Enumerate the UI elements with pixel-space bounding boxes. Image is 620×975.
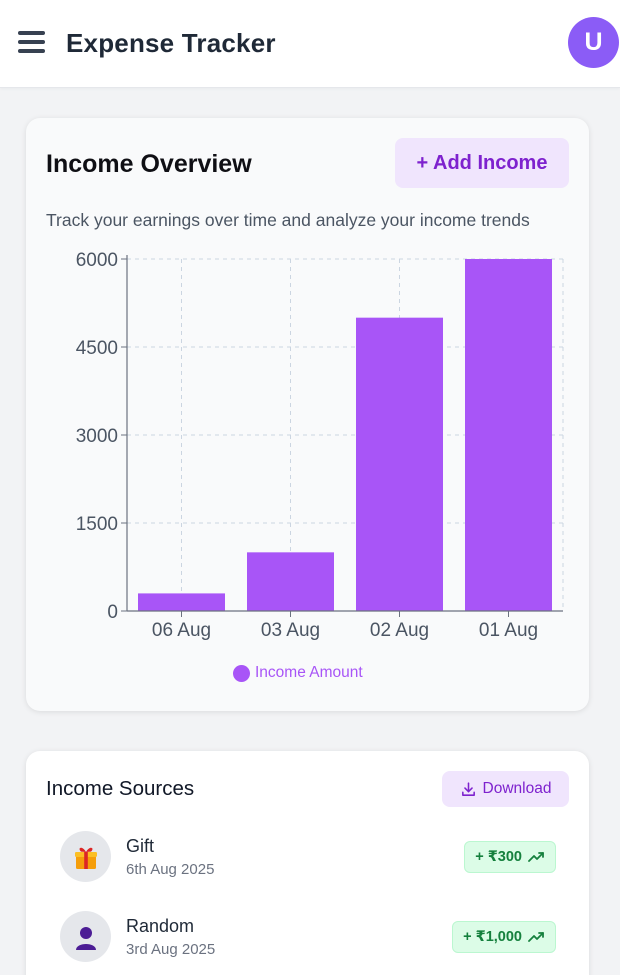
app-header: Expense Tracker U [0, 0, 620, 88]
amount-value: + ₹1,000 [463, 929, 522, 945]
download-button[interactable]: Download [442, 771, 569, 807]
amount-badge: + ₹1,000 [452, 921, 556, 953]
legend-label: Income Amount [255, 664, 363, 681]
trending-up-icon [528, 932, 544, 942]
app-title: Expense Tracker [66, 28, 276, 58]
download-icon [461, 781, 475, 796]
add-income-button[interactable]: + Add Income [395, 138, 569, 188]
y-tick-label: 4500 [76, 338, 118, 359]
income-overview-title: Income Overview [46, 150, 252, 178]
bar-03-aug [247, 552, 334, 611]
chart-legend[interactable]: Income Amount [233, 664, 363, 682]
income-overview-card: Income Overview + Add Income Track your … [26, 118, 589, 711]
income-bar-chart: 0 1500 3000 4500 6000 06 Aug 03 Aug 02 Aug 01 Au… [76, 250, 564, 641]
bar-02-aug [356, 317, 443, 611]
gift-icon [60, 831, 111, 882]
legend-swatch [233, 664, 250, 682]
x-tick-label: 01 Aug [479, 620, 538, 641]
hamburger-menu-icon[interactable] [16, 28, 46, 56]
list-item[interactable]: Gift 6th Aug 2025 + ₹300 [60, 831, 556, 883]
y-tick-label: 3000 [76, 426, 118, 447]
x-tick-label: 03 Aug [261, 620, 320, 641]
bar-06-aug [138, 593, 225, 611]
y-tick-label: 1500 [76, 514, 118, 535]
source-name: Random [126, 916, 195, 936]
y-tick-label: 0 [107, 602, 118, 623]
amount-value: + ₹300 [475, 849, 522, 865]
user-avatar[interactable]: U [568, 17, 619, 68]
x-tick-label: 02 Aug [370, 620, 429, 641]
income-overview-subtitle: Track your earnings over time and analyz… [46, 210, 530, 230]
trending-up-icon [528, 852, 544, 862]
bar-01-aug [465, 259, 552, 611]
amount-badge: + ₹300 [464, 841, 556, 873]
income-sources-title: Income Sources [46, 777, 195, 800]
income-sources-card: Income Sources Download Gift 6th Aug 202… [26, 751, 589, 975]
y-tick-label: 6000 [76, 250, 118, 271]
person-icon [60, 911, 111, 962]
download-label: Download [482, 780, 552, 797]
source-name: Gift [126, 836, 155, 856]
list-item[interactable]: Random 3rd Aug 2025 + ₹1,000 [60, 911, 556, 963]
x-tick-label: 06 Aug [152, 620, 211, 641]
source-date: 3rd Aug 2025 [126, 941, 216, 958]
source-date: 6th Aug 2025 [126, 861, 215, 878]
